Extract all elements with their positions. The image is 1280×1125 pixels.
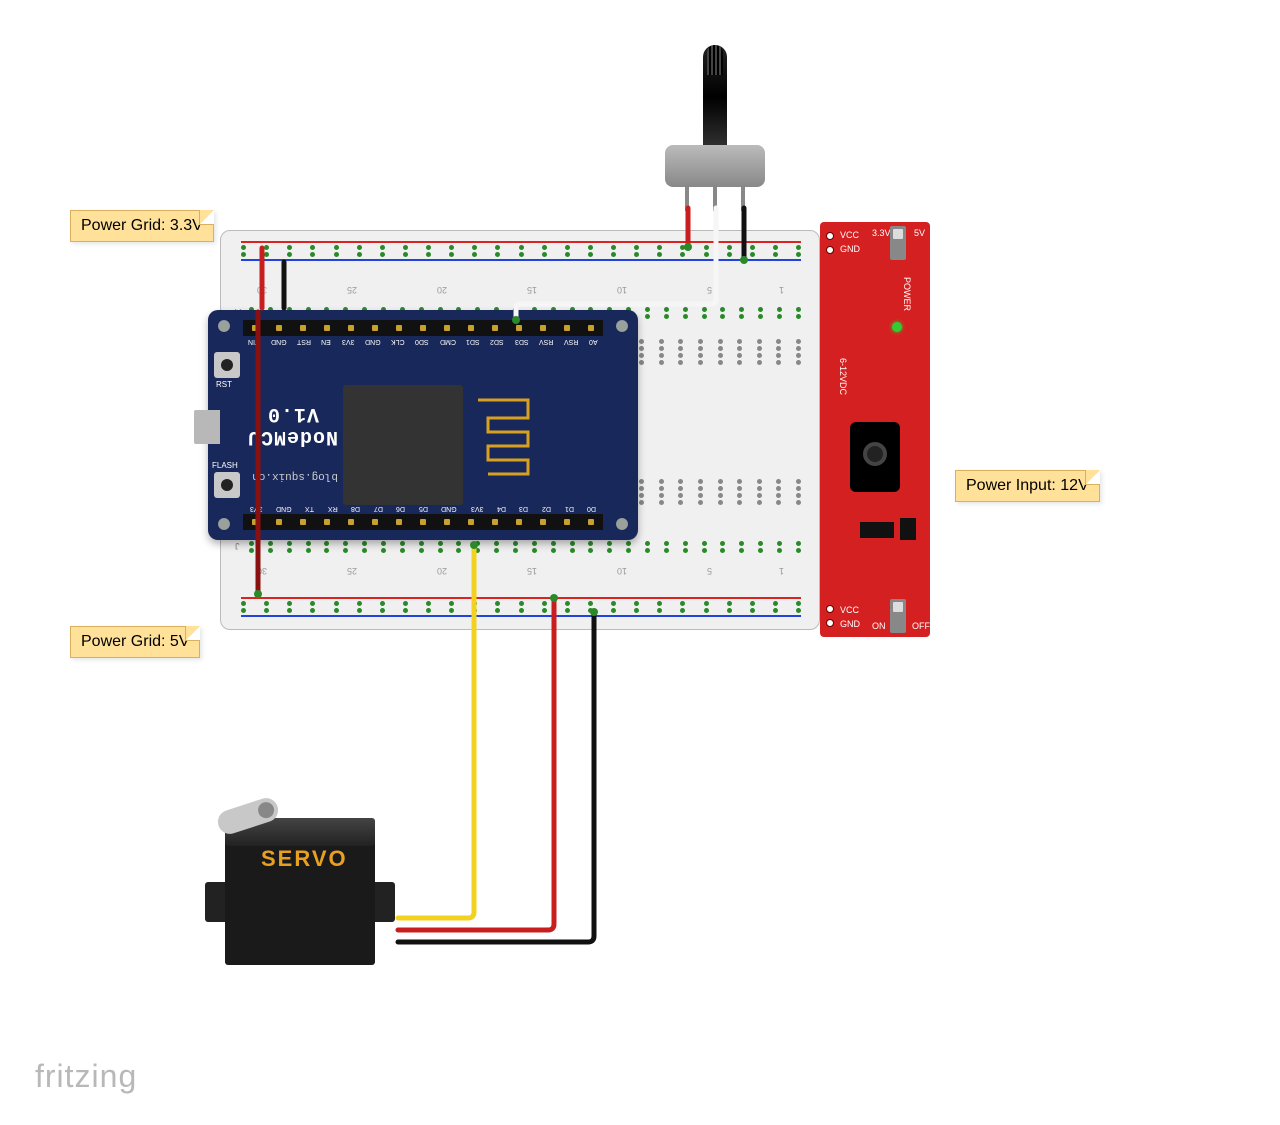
note-power-input: Power Input: 12V <box>955 470 1100 502</box>
wire-servo-gnd <box>398 612 594 942</box>
note-5v: Power Grid: 5V <box>70 626 200 658</box>
note-3v3: Power Grid: 3.3V <box>70 210 214 242</box>
fritzing-watermark: fritzing <box>35 1058 137 1095</box>
wires-overlay <box>0 0 1280 1125</box>
diagram-canvas: { "notes": { "grid_3v3": "Power Grid: 3.… <box>0 0 1280 1125</box>
wire-servo-signal <box>398 545 474 918</box>
